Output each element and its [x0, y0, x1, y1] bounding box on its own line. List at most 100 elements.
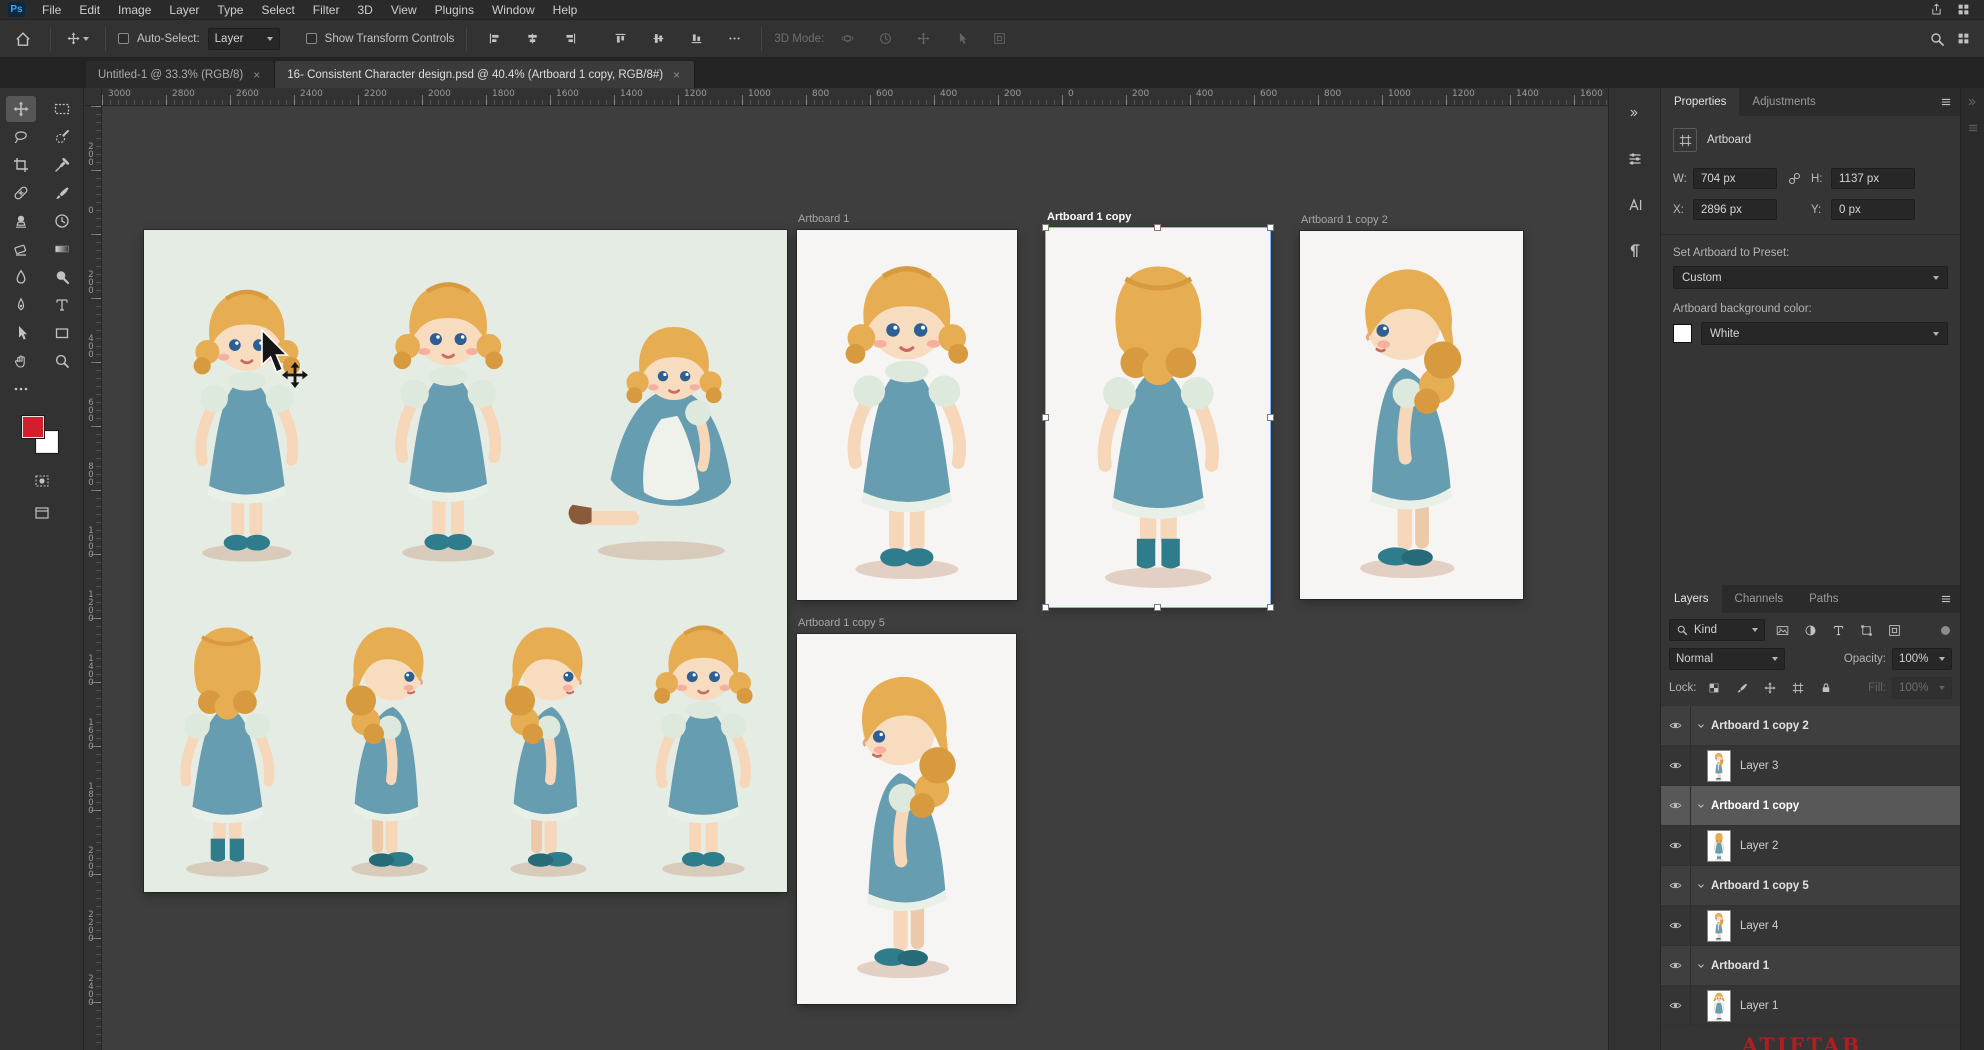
search-icon[interactable]	[1929, 31, 1945, 47]
tab-layers[interactable]: Layers	[1661, 585, 1722, 613]
character-panel-icon[interactable]	[1618, 190, 1652, 220]
apps-grid-icon[interactable]	[1957, 3, 1970, 16]
menu-select[interactable]: Select	[252, 0, 303, 20]
menu-type[interactable]: Type	[208, 0, 252, 20]
expand-chevron-icon[interactable]	[1691, 881, 1711, 891]
visibility-toggle[interactable]	[1661, 986, 1691, 1025]
transform-handle[interactable]	[1042, 224, 1049, 231]
eraser-tool[interactable]	[6, 236, 36, 262]
gradient-tool[interactable]	[47, 236, 77, 262]
artboard-1-copy-5[interactable]: Artboard 1 copy 5	[797, 634, 1016, 1004]
auto-select-checkbox[interactable]	[118, 33, 129, 44]
quick-selection-tool[interactable]	[47, 124, 77, 150]
artboard-reference-sheet[interactable]	[144, 230, 787, 892]
panel-menu-icon[interactable]	[1940, 593, 1952, 605]
artboard-bg-swatch[interactable]	[1673, 324, 1692, 343]
paragraph-panel-icon[interactable]	[1618, 236, 1652, 266]
layer-thumbnail[interactable]	[1707, 910, 1731, 942]
height-field[interactable]: 1137 px	[1831, 168, 1915, 189]
tab-paths[interactable]: Paths	[1796, 585, 1851, 613]
menu-filter[interactable]: Filter	[304, 0, 349, 20]
healing-brush-tool[interactable]	[6, 180, 36, 206]
artboard-label[interactable]: Artboard 1 copy	[1047, 211, 1131, 223]
y-field[interactable]: 0 px	[1831, 199, 1915, 220]
visibility-toggle[interactable]	[1661, 786, 1691, 825]
visibility-toggle[interactable]	[1661, 946, 1691, 985]
blend-mode-select[interactable]: Normal	[1669, 648, 1785, 670]
layer-thumbnail[interactable]	[1707, 830, 1731, 862]
align-left-button[interactable]	[479, 25, 509, 53]
layer-row-layer-2[interactable]: Layer 2	[1661, 826, 1960, 866]
align-right-button[interactable]	[555, 25, 585, 53]
transform-handle[interactable]	[1154, 224, 1161, 231]
transform-handle[interactable]	[1267, 604, 1274, 611]
width-field[interactable]: 704 px	[1693, 168, 1777, 189]
pen-tool[interactable]	[6, 292, 36, 318]
x-field[interactable]: 2896 px	[1693, 199, 1777, 220]
lock-position-icon[interactable]	[1759, 678, 1781, 698]
auto-select-target-select[interactable]: Layer	[208, 28, 280, 50]
layer-row-layer-1[interactable]: Layer 1	[1661, 986, 1960, 1026]
visibility-toggle[interactable]	[1661, 906, 1691, 945]
menu-3d[interactable]: 3D	[348, 0, 381, 20]
layer-row-artboard-1-copy-2[interactable]: Artboard 1 copy 2	[1661, 706, 1960, 746]
artboard-1-copy-2[interactable]: Artboard 1 copy 2	[1300, 231, 1523, 599]
more-align-options-button[interactable]	[719, 25, 749, 53]
align-bottom-button[interactable]	[681, 25, 711, 53]
dodge-tool[interactable]	[47, 264, 77, 290]
layer-filter-kind-select[interactable]: Kind	[1669, 619, 1765, 641]
menu-help[interactable]: Help	[544, 0, 587, 20]
align-middle-button[interactable]	[643, 25, 673, 53]
transform-handle[interactable]	[1042, 604, 1049, 611]
workspace-switcher-icon[interactable]	[1957, 32, 1970, 45]
quick-mask-button[interactable]	[27, 468, 57, 494]
menu-edit[interactable]: Edit	[70, 0, 109, 20]
menu-window[interactable]: Window	[483, 0, 544, 20]
filter-pixel-layers-icon[interactable]	[1771, 620, 1793, 640]
vertical-ruler[interactable]: 200 0 200 400 600 800 1000 1200 1400 160…	[84, 106, 102, 1050]
transform-handle[interactable]	[1267, 414, 1274, 421]
screen-mode-button[interactable]	[27, 500, 57, 526]
transform-handle[interactable]	[1042, 414, 1049, 421]
document-tab-character-design[interactable]: 16- Consistent Character design.psd @ 40…	[275, 61, 695, 88]
panel-menu-icon[interactable]	[1940, 96, 1952, 108]
close-tab-icon[interactable]: ×	[671, 68, 682, 82]
visibility-toggle[interactable]	[1661, 826, 1691, 865]
move-tool-preset[interactable]	[63, 25, 93, 53]
link-dimensions-icon[interactable]	[1777, 172, 1811, 185]
tab-adjustments[interactable]: Adjustments	[1739, 88, 1828, 116]
crop-tool[interactable]	[6, 152, 36, 178]
layer-row-layer-3[interactable]: Layer 3	[1661, 746, 1960, 786]
lock-artboard-icon[interactable]	[1787, 678, 1809, 698]
visibility-toggle[interactable]	[1661, 746, 1691, 785]
show-transform-checkbox[interactable]	[306, 33, 317, 44]
filter-smart-objects-icon[interactable]	[1883, 620, 1905, 640]
foreground-color-swatch[interactable]	[22, 416, 44, 438]
type-tool[interactable]	[47, 292, 77, 318]
zoom-tool[interactable]	[47, 348, 77, 374]
artboard-1[interactable]: Artboard 1	[797, 230, 1017, 600]
expand-chevron-icon[interactable]	[1691, 961, 1711, 971]
blur-tool[interactable]	[6, 264, 36, 290]
menu-file[interactable]: File	[33, 0, 70, 20]
document-viewport[interactable]: Artboard 1 Artboard 1 copy	[102, 106, 1608, 1050]
expand-chevron-icon[interactable]	[1691, 801, 1711, 811]
layer-row-artboard-1[interactable]: Artboard 1	[1661, 946, 1960, 986]
marquee-tool[interactable]	[47, 96, 77, 122]
filter-shape-layers-icon[interactable]	[1855, 620, 1877, 640]
transform-handle[interactable]	[1154, 604, 1161, 611]
layer-row-artboard-1-copy[interactable]: Artboard 1 copy	[1661, 786, 1960, 826]
tab-properties[interactable]: Properties	[1661, 88, 1739, 116]
lasso-tool[interactable]	[6, 124, 36, 150]
edit-toolbar-button[interactable]	[6, 376, 36, 402]
expand-chevron-icon[interactable]	[1691, 721, 1711, 731]
align-center-h-button[interactable]	[517, 25, 547, 53]
brush-tool[interactable]	[47, 180, 77, 206]
menu-plugins[interactable]: Plugins	[426, 0, 483, 20]
share-icon[interactable]	[1930, 3, 1943, 16]
artboard-1-copy[interactable]: Artboard 1 copy	[1046, 228, 1270, 607]
lock-all-icon[interactable]	[1815, 678, 1837, 698]
history-brush-tool[interactable]	[47, 208, 77, 234]
adjustments-panel-icon[interactable]	[1618, 144, 1652, 174]
horizontal-ruler[interactable]: 3000 2800 2600 2400 2200 2000 1800 1600 …	[102, 88, 1608, 106]
